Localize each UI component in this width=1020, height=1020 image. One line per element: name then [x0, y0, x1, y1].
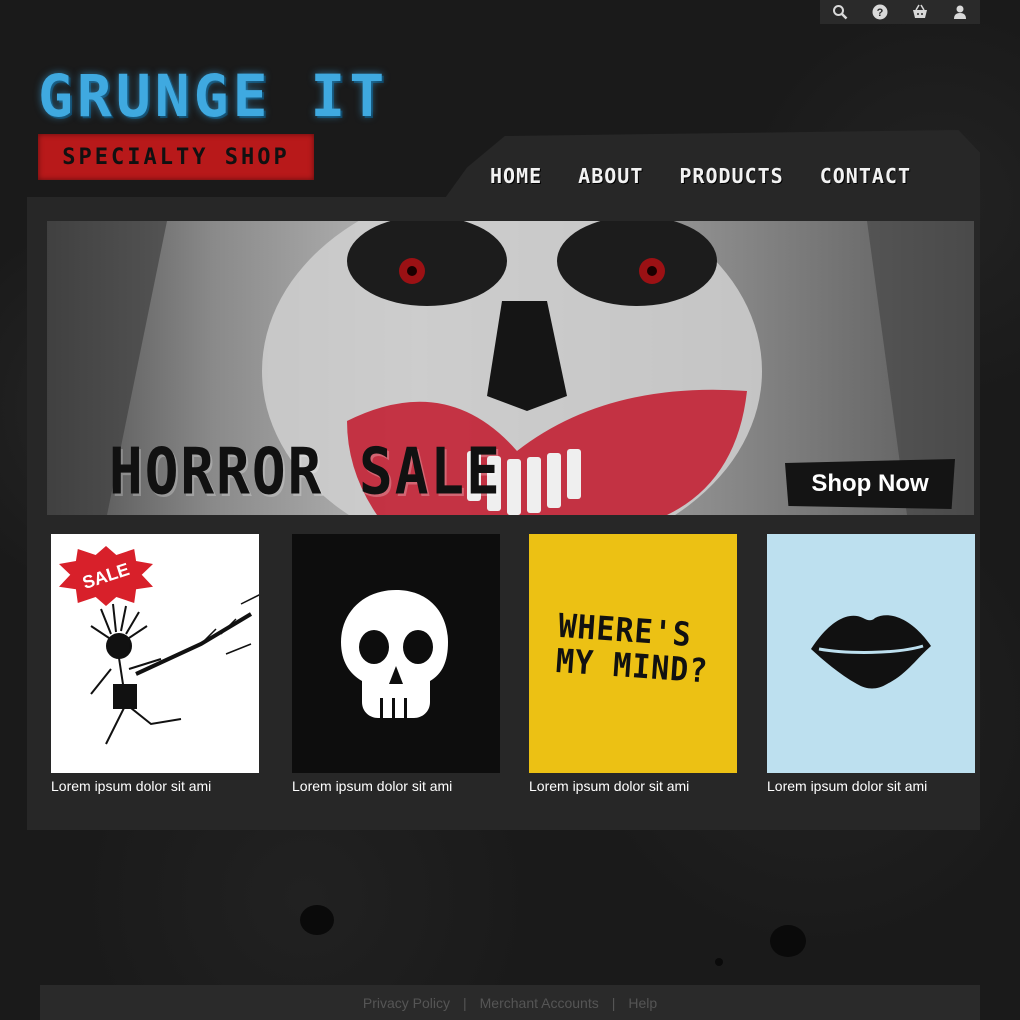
logo-title: GRUNGE IT [38, 62, 389, 130]
nav-item-contact[interactable]: CONTACT [820, 164, 911, 188]
footer-separator: | [611, 994, 616, 1011]
nav-item-products[interactable]: PRODUCTS [679, 164, 783, 188]
search-icon [833, 5, 848, 20]
shop-now-button[interactable]: Shop Now [785, 459, 955, 509]
ink-splatter [300, 905, 334, 935]
product-card[interactable]: Lorem ipsum dolor sit ami [292, 534, 500, 794]
help-icon: ? [872, 4, 888, 20]
ink-splatter [715, 958, 723, 966]
nav-item-home[interactable]: HOME [490, 164, 542, 188]
help-button[interactable]: ? [866, 0, 894, 24]
product-thumbnail [767, 534, 975, 773]
product-card[interactable]: SALE Lorem ipsum dolor sit ami [51, 534, 259, 794]
footer-link-merchant-accounts[interactable]: Merchant Accounts [480, 995, 599, 1011]
user-icon [954, 5, 966, 19]
product-caption: Lorem ipsum dolor sit ami [767, 778, 928, 794]
search-button[interactable] [826, 0, 854, 24]
utility-bar: ? [820, 0, 980, 24]
skull-icon [341, 590, 448, 718]
basket-button[interactable] [906, 0, 934, 24]
logo-subtitle: SPECIALTY SHOP [38, 134, 314, 180]
footer-link-privacy-policy[interactable]: Privacy Policy [363, 995, 450, 1011]
nav-item-about[interactable]: ABOUT [578, 164, 643, 188]
lips-icon [811, 615, 931, 689]
main-nav: HOME ABOUT PRODUCTS CONTACT [490, 164, 911, 188]
account-button[interactable] [946, 0, 974, 24]
wheres-my-mind-art: WHERE'S MY MIND? [554, 607, 710, 692]
product-thumbnail: SALE [51, 534, 259, 773]
hero-title: HORROR SALE [109, 435, 502, 510]
punk-guitarist-illustration [90, 594, 259, 745]
site-logo[interactable]: GRUNGE IT SPECIALTY SHOP [38, 62, 389, 180]
product-thumbnail: WHERE'S MY MIND? [529, 534, 737, 773]
footer: Privacy Policy | Merchant Accounts | Hel… [40, 985, 980, 1020]
product-caption: Lorem ipsum dolor sit ami [292, 778, 453, 794]
product-card[interactable]: WHERE'S MY MIND? Lorem ipsum dolor sit a… [529, 534, 737, 794]
product-caption: Lorem ipsum dolor sit ami [529, 778, 690, 794]
footer-link-help[interactable]: Help [628, 995, 657, 1011]
basket-icon [913, 4, 927, 18]
product-thumbnail [292, 534, 500, 773]
product-card[interactable]: Lorem ipsum dolor sit ami [767, 534, 975, 794]
footer-separator: | [463, 994, 467, 1011]
product-caption: Lorem ipsum dolor sit ami [51, 778, 212, 794]
svg-text:?: ? [877, 7, 884, 19]
ink-splatter [770, 925, 806, 957]
